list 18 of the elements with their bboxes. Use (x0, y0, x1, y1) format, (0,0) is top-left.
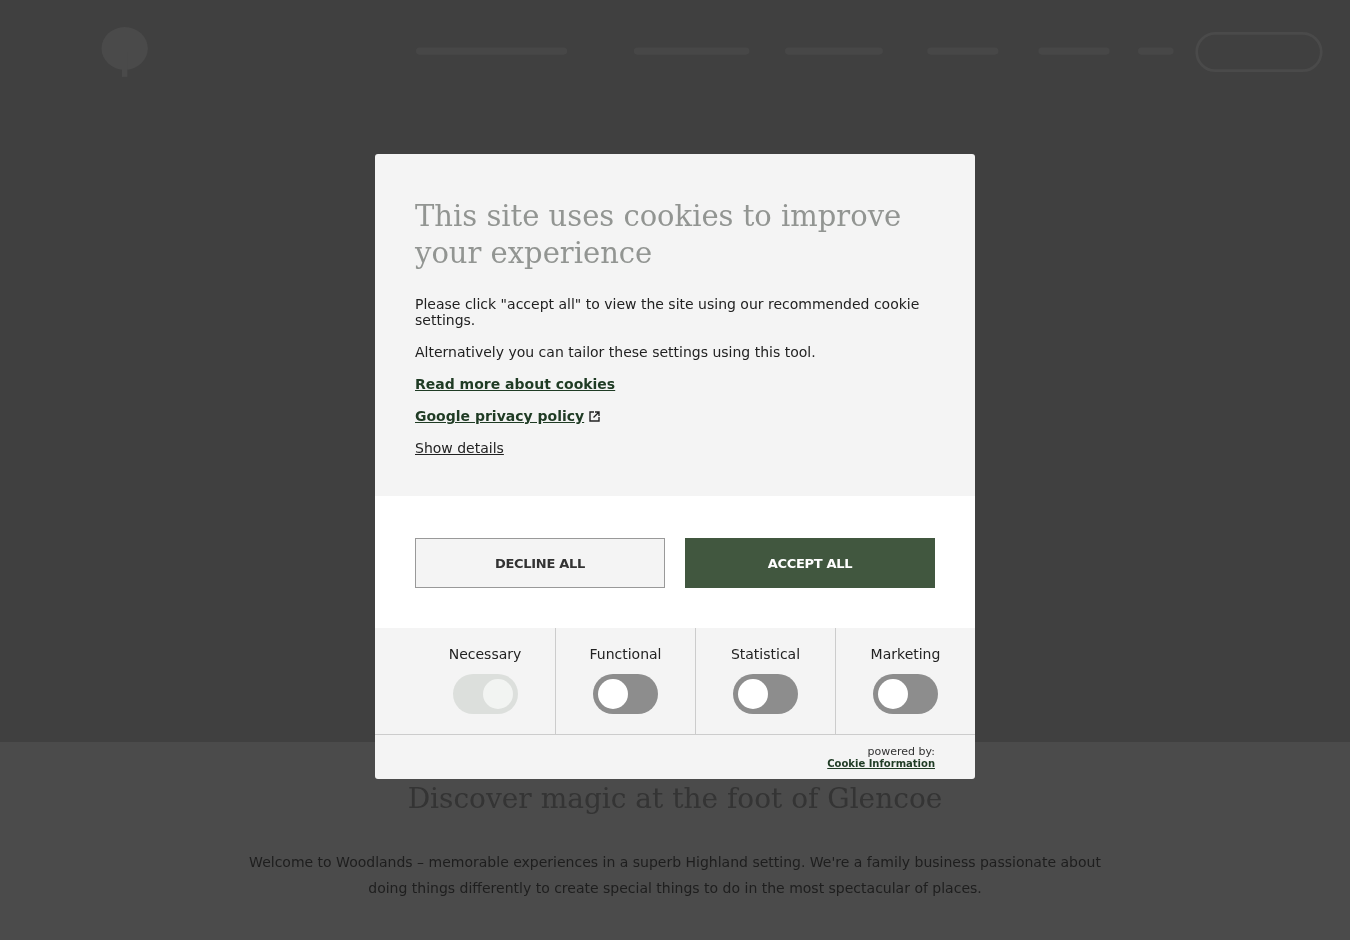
external-link-icon (589, 410, 601, 422)
category-label: Statistical (730, 646, 801, 662)
category-label: Marketing (870, 646, 941, 662)
dialog-title: This site uses cookies to improve your experience (415, 198, 903, 272)
cookie-link[interactable]: Google privacy policy (415, 408, 585, 424)
toggle-switch[interactable] (733, 674, 798, 714)
dialog-text: Please click "accept all" to view the site using our recommended cookie settings. (415, 296, 921, 328)
category-label: Necessary (448, 646, 522, 662)
toggle-switch[interactable] (873, 674, 938, 714)
category-label: Functional (589, 646, 662, 662)
provider-link[interactable]: Cookie Information (827, 758, 935, 769)
decline-button[interactable]: DECLINE ALL (415, 538, 665, 588)
cookie-link[interactable]: Read more about cookies (415, 376, 616, 392)
show-details-link[interactable]: Show details (415, 440, 504, 456)
accept-button[interactable]: ACCEPT ALL (685, 538, 935, 588)
dialog-text: Alternatively you can tailor these settings using this tool. (415, 344, 816, 360)
powered-by-text: powered by: (867, 745, 935, 758)
toggle-switch[interactable] (593, 674, 658, 714)
